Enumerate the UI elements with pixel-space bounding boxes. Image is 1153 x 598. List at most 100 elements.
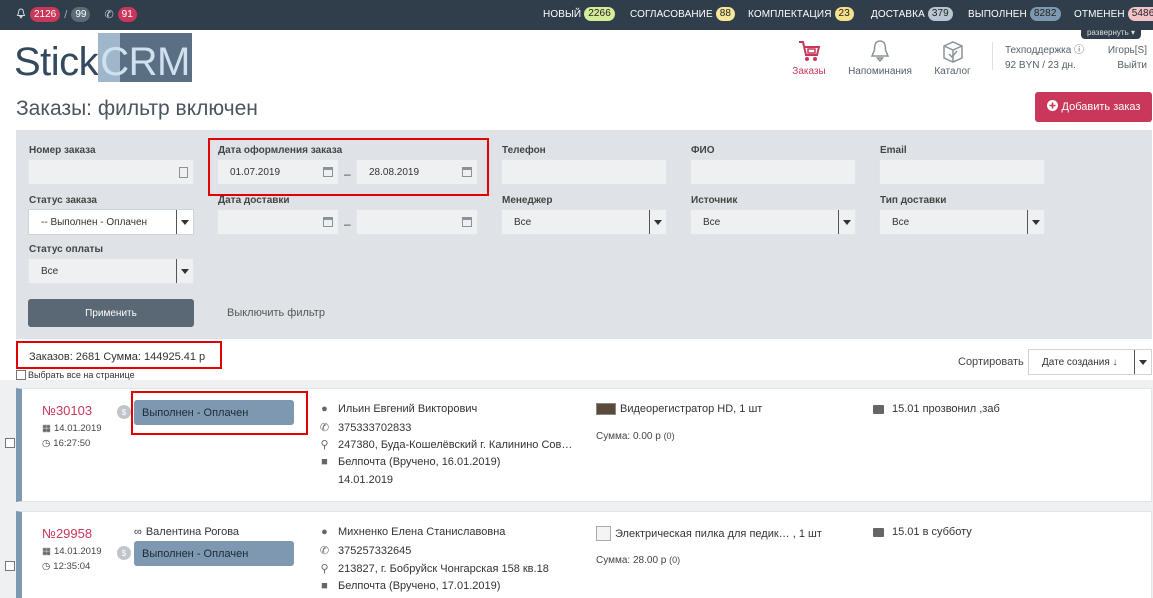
- client-phone: ✆ 375257332645: [319, 544, 412, 558]
- source-select[interactable]: Все: [690, 209, 856, 235]
- cart-icon: [789, 36, 829, 66]
- calendar-icon[interactable]: [323, 217, 333, 227]
- logo[interactable]: Stick CRM: [14, 33, 192, 84]
- nav-reminders[interactable]: Напоминания: [845, 36, 915, 77]
- expand-toggle[interactable]: развернуть ▾: [1080, 27, 1141, 39]
- select-all-checkbox[interactable]: [16, 370, 26, 380]
- apply-button[interactable]: Применить: [28, 299, 194, 327]
- notifications-total[interactable]: 99: [71, 7, 91, 22]
- order-number[interactable]: №30103: [42, 403, 92, 418]
- nav-catalog-label: Каталог: [934, 66, 971, 77]
- highlight-summary: [16, 341, 222, 369]
- email-input[interactable]: [879, 159, 1045, 185]
- order-comment-value: 15.01 прозвонил ,заб: [892, 403, 1000, 415]
- manager-select[interactable]: Все: [501, 209, 667, 235]
- fio-input[interactable]: [690, 159, 856, 185]
- status-new[interactable]: НОВЫЙ 2266: [543, 7, 615, 21]
- logo-text-stick: Stick: [14, 40, 99, 84]
- order-status-select[interactable]: -- Выполнен - Оплачен: [28, 209, 194, 235]
- add-order-button[interactable]: Добавить заказ: [1035, 92, 1152, 122]
- order-checkbox[interactable]: [5, 438, 15, 448]
- product-name[interactable]: Электрическая пилка для педик… , 1 шт: [615, 528, 822, 540]
- delivery-date-from-input[interactable]: [217, 209, 339, 235]
- logout-link[interactable]: Выйти: [1108, 58, 1147, 73]
- email-label: Email: [880, 145, 907, 156]
- delivery-type-select[interactable]: Все: [879, 209, 1045, 235]
- client-address: ⚲ 247380, Буда-Кошелёвский г. Калинино Со…: [319, 438, 572, 452]
- product-name[interactable]: Видеорегистратор HD, 1 шт: [620, 403, 762, 415]
- payment-status-label: Статус оплаты: [29, 244, 103, 255]
- client-name-value[interactable]: Ильин Евгений Викторович: [338, 403, 477, 415]
- order-time: ◷ 12:35:04: [42, 561, 90, 572]
- order-comment: 15.01 в субботу: [873, 526, 972, 538]
- order-status-value: -- Выполнен - Оплачен: [41, 216, 148, 228]
- delivery-date-to-input[interactable]: [356, 209, 478, 235]
- order-sum: Сумма: 28.00 р (0): [596, 555, 680, 566]
- phone-input[interactable]: [501, 159, 667, 185]
- client-name: ● Михненко Елена Станиславовна: [319, 526, 505, 538]
- sort-select[interactable]: Дате создания ↓: [1028, 349, 1152, 375]
- chevron-down-icon: [1134, 350, 1151, 374]
- calendar-icon[interactable]: [462, 217, 472, 227]
- status-label: КОМПЛЕКТАЦИЯ: [748, 8, 832, 20]
- logo-text-crm: CRM: [100, 40, 190, 82]
- order-time: ◷ 16:27:50: [42, 438, 90, 449]
- status-cancelled[interactable]: ОТМЕНЕН 54869: [1074, 7, 1153, 21]
- status-picking[interactable]: КОМПЛЕКТАЦИЯ 23: [748, 7, 854, 21]
- support-label[interactable]: Техподдержка: [1005, 45, 1071, 56]
- top-bar-counters: 2126 / 99 ✆ 91: [16, 7, 137, 22]
- client-phone-value[interactable]: 375257332645: [338, 545, 411, 557]
- support-block[interactable]: Техподдержка ⓘ 92 BYN / 23 дн.: [1005, 43, 1084, 73]
- product-thumbnail-icon: [596, 526, 611, 541]
- order-sum: Сумма: 0.00 р (0): [596, 431, 675, 442]
- bell-icon: [845, 36, 915, 66]
- manager-label: Менеджер: [502, 195, 553, 206]
- status-badge[interactable]: Выполнен - Оплачен: [134, 541, 294, 566]
- status-source-icon: $: [117, 405, 131, 419]
- phone-icon: ✆: [319, 545, 330, 557]
- calendar-icon: ▦: [42, 423, 51, 434]
- client-name-value[interactable]: Михненко Елена Станиславовна: [338, 526, 505, 538]
- payment-status-select[interactable]: Все: [28, 258, 194, 284]
- client-address-value: 213827, г. Бобруйск Чонгарская 158 кв.18: [338, 562, 549, 575]
- nav-orders[interactable]: Заказы: [789, 36, 829, 77]
- status-done[interactable]: ВЫПОЛНЕН 8282: [968, 7, 1061, 21]
- nav-orders-label: Заказы: [792, 66, 826, 77]
- sort-value: Дате создания ↓: [1042, 356, 1118, 368]
- nav-catalog[interactable]: Каталог: [930, 36, 975, 77]
- order-comment-value: 15.01 в субботу: [892, 526, 972, 538]
- select-all[interactable]: Выбрать все на странице: [16, 370, 135, 380]
- chevron-down-icon: [176, 210, 193, 234]
- disable-filter-link[interactable]: Выключить фильтр: [227, 307, 325, 319]
- status-delivery[interactable]: ДОСТАВКА 379: [871, 7, 953, 21]
- user-name[interactable]: Игорь[S]: [1108, 43, 1147, 58]
- delivery-type-label: Тип доставки: [880, 195, 947, 206]
- order-sum-value: Сумма: 28.00 р: [596, 555, 667, 566]
- phone-icon[interactable]: ✆: [104, 8, 113, 21]
- notifications-count[interactable]: 2126: [30, 7, 61, 22]
- order-number-label: Номер заказа: [29, 145, 96, 156]
- order-date-value: 14.01.2019: [53, 423, 102, 434]
- source-label: Источник: [691, 195, 738, 206]
- chevron-down-icon: [1027, 210, 1044, 234]
- calendar-icon: ▦: [42, 546, 51, 557]
- client-phone-value[interactable]: 375333702833: [338, 422, 411, 434]
- status-approval[interactable]: СОГЛАСОВАНИЕ 88: [630, 7, 736, 21]
- order-date: ▦ 14.01.2019: [42, 546, 102, 557]
- product-line: Электрическая пилка для педик… , 1 шт: [596, 526, 822, 541]
- calls-count[interactable]: 91: [117, 7, 137, 22]
- help-icon[interactable]: ⓘ: [1074, 45, 1084, 56]
- client-address: ⚲ 213827, г. Бобруйск Чонгарская 158 кв.1…: [319, 562, 549, 576]
- clock-icon: ◷: [42, 438, 51, 449]
- bell-icon[interactable]: [16, 7, 26, 22]
- order-number[interactable]: №29958: [42, 526, 92, 541]
- order-date-value: 14.01.2019: [53, 546, 102, 557]
- user-icon: ●: [321, 403, 328, 415]
- status-label: НОВЫЙ: [543, 8, 582, 20]
- highlight-date-range: [208, 138, 489, 196]
- filter-panel: Номер заказа Дата оформления заказа 01.0…: [16, 130, 1152, 339]
- order-checkbox[interactable]: [5, 561, 15, 571]
- chevron-down-icon: [838, 210, 855, 234]
- truck-icon: ■: [321, 580, 328, 592]
- order-number-input[interactable]: [28, 159, 194, 185]
